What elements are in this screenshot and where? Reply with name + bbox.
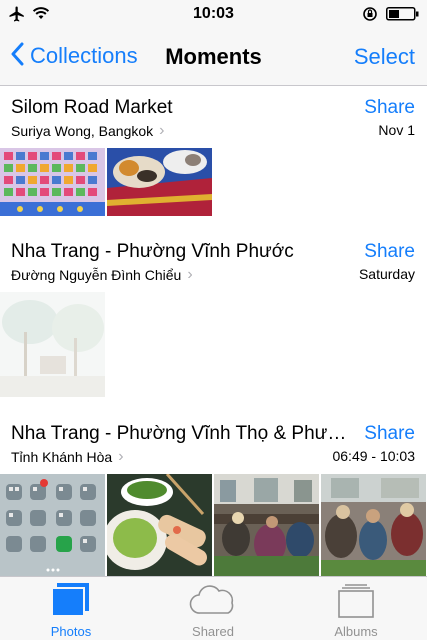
moment-date: Nov 1: [378, 122, 415, 138]
nav-bar: Collections Moments Select: [0, 28, 427, 86]
moment-title: Silom Road Market: [11, 97, 173, 118]
spring-rolls-photo[interactable]: [107, 474, 212, 576]
moment-date: Saturday: [358, 266, 415, 282]
tab-label: Shared: [192, 624, 234, 639]
moment-section: Nha Trang - Phường Vĩnh Thọ & Phư… Share…: [0, 412, 427, 576]
moment-section: Nha Trang - Phường Vĩnh Phước Share Đườn…: [0, 230, 427, 400]
home-screen-photo[interactable]: [0, 474, 105, 576]
moment-location: Suriya Wong, Bangkok: [11, 123, 154, 139]
moment-header: Nha Trang - Phường Vĩnh Phước Share Đườn…: [0, 230, 427, 292]
tab-bar: Photos Shared Albums: [0, 576, 427, 640]
moment-header: Nha Trang - Phường Vĩnh Thọ & Phư… Share…: [0, 412, 427, 474]
market-crowd-photo[interactable]: [321, 474, 426, 576]
moment-section: Silom Road Market Share Suriya Wong, Ban…: [0, 86, 427, 216]
sleeping-cat-photo[interactable]: [107, 148, 212, 216]
tab-shared[interactable]: Shared: [142, 577, 284, 640]
alphabet-chart-photo[interactable]: [0, 148, 105, 216]
market-stalls-photo[interactable]: [214, 474, 319, 576]
moment-location-link[interactable]: Suriya Wong, Bangkok ›: [11, 122, 164, 140]
status-bar: 10:03: [0, 0, 427, 28]
orientation-lock-icon: [362, 6, 378, 27]
moment-title: Nha Trang - Phường Vĩnh Phước: [11, 241, 294, 262]
moment-date: 06:49 - 10:03: [332, 448, 415, 464]
tab-albums[interactable]: Albums: [285, 577, 427, 640]
moment-location: Tỉnh Khánh Hòa: [11, 449, 113, 465]
share-button[interactable]: Share: [364, 97, 415, 119]
tab-label: Albums: [334, 624, 378, 639]
overexposed-trees-photo[interactable]: [0, 292, 105, 397]
cloud-icon: [188, 583, 238, 622]
tab-photos[interactable]: Photos: [0, 577, 142, 640]
moment-location-link[interactable]: Tỉnh Khánh Hòa ›: [11, 448, 124, 466]
albums-icon: [336, 583, 376, 624]
moment-header: Silom Road Market Share Suriya Wong, Ban…: [0, 86, 427, 148]
moment-location: Đường Nguyễn Đình Chiểu: [11, 267, 182, 283]
back-button[interactable]: Collections: [10, 42, 138, 70]
back-label: Collections: [30, 43, 138, 68]
tab-label: Photos: [50, 624, 92, 639]
chevron-right-icon: ›: [159, 122, 165, 139]
moment-title: Nha Trang - Phường Vĩnh Thọ & Phư…: [11, 423, 347, 444]
moment-location-link[interactable]: Đường Nguyễn Đình Chiểu ›: [11, 266, 193, 284]
select-button[interactable]: Select: [354, 44, 415, 70]
chevron-right-icon: ›: [118, 448, 124, 465]
share-button[interactable]: Share: [364, 241, 415, 263]
share-button[interactable]: Share: [364, 423, 415, 445]
photos-tab-icon: [49, 583, 93, 622]
battery-icon: [386, 7, 420, 26]
chevron-left-icon: [10, 42, 24, 71]
chevron-right-icon: ›: [187, 266, 193, 283]
